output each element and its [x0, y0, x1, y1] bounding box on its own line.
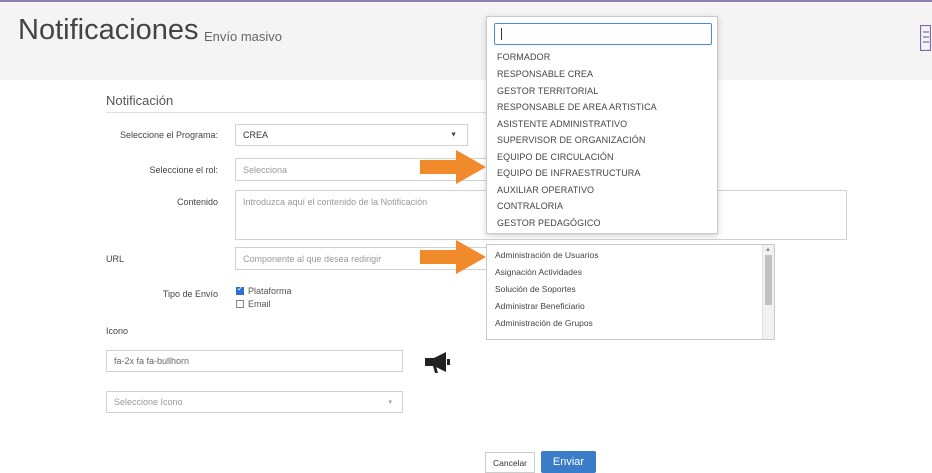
- icono-value: fa-2x fa fa-bullhorn: [114, 356, 190, 366]
- page-header: Notificaciones Envío masivo: [0, 0, 932, 80]
- url-option[interactable]: Solución de Soportes: [495, 284, 576, 294]
- page-title: Notificaciones: [18, 14, 199, 46]
- rol-option[interactable]: RESPONSABLE CREA: [497, 69, 593, 79]
- icono-input[interactable]: fa-2x fa fa-bullhorn: [106, 350, 403, 372]
- url-option[interactable]: Asignación Actividades: [495, 267, 582, 277]
- bullhorn-icon: [425, 352, 450, 373]
- rol-option[interactable]: CONTRALORIA: [497, 201, 563, 211]
- url-label: URL: [106, 254, 125, 264]
- section-title: Notificación: [106, 93, 174, 108]
- icono-select-placeholder: Seleccione Icono: [114, 397, 183, 407]
- programa-select[interactable]: CREA ▼: [235, 124, 468, 146]
- chevron-down-icon: ▼: [450, 131, 457, 139]
- cancel-button[interactable]: Cancelar: [485, 452, 535, 473]
- rol-option[interactable]: EQUIPO DE INFRAESTRUCTURA: [497, 168, 641, 178]
- rol-option[interactable]: AUXILIAR OPERATIVO: [497, 185, 594, 195]
- rol-dropdown-search-input[interactable]: [494, 23, 712, 45]
- rol-option[interactable]: ASISTENTE ADMINISTRATIVO: [497, 119, 627, 129]
- arrow-icon: [420, 150, 486, 184]
- plataforma-option[interactable]: Plataforma: [236, 284, 292, 296]
- rol-select-placeholder: Selecciona: [243, 164, 288, 175]
- rol-option[interactable]: FORMADOR: [497, 52, 550, 62]
- email-option[interactable]: Email: [236, 299, 271, 309]
- url-option[interactable]: Administración de Usuarios: [495, 250, 598, 260]
- arrow-icon: [420, 240, 486, 274]
- contenido-placeholder: Introduzca aquí el contenido de la Notif…: [243, 197, 428, 207]
- url-placeholder: Componente al que desea redirigir: [243, 253, 382, 264]
- url-options-list[interactable]: Administración de Usuarios Asignación Ac…: [486, 244, 775, 340]
- url-option[interactable]: Administrar Beneficiario: [495, 301, 585, 311]
- programa-label: Seleccione el Programa:: [119, 130, 218, 140]
- rol-label: Seleccione el rol:: [149, 165, 218, 175]
- email-checkbox[interactable]: [236, 300, 244, 308]
- icono-label: Icono: [106, 326, 129, 336]
- chevron-down-icon: ▾: [388, 399, 392, 406]
- scrollbar[interactable]: ▲: [762, 245, 774, 339]
- send-button[interactable]: Enviar: [541, 451, 596, 473]
- page-subtitle: Envío masivo: [204, 29, 283, 44]
- programa-select-value: CREA: [243, 130, 269, 140]
- rol-option[interactable]: GESTOR PEDAGÓGICO: [497, 218, 601, 228]
- rol-option[interactable]: GESTOR TERRITORIAL: [497, 86, 598, 96]
- url-option[interactable]: Administración de Grupos: [495, 318, 593, 328]
- rol-dropdown: FORMADOR RESPONSABLE CREA GESTOR TERRITO…: [486, 16, 718, 234]
- list-icon[interactable]: [920, 25, 931, 51]
- tipo-envio-label: Tipo de Envío: [162, 289, 218, 299]
- plataforma-label: Plataforma: [248, 286, 292, 296]
- rol-option[interactable]: SUPERVISOR DE ORGANIZACIÓN: [497, 135, 645, 145]
- plataforma-checkbox[interactable]: [236, 284, 244, 295]
- rol-option[interactable]: RESPONSABLE DE AREA ARTISTICA: [497, 102, 657, 112]
- email-label: Email: [248, 299, 271, 309]
- rol-option[interactable]: EQUIPO DE CIRCULACIÓN: [497, 152, 614, 162]
- contenido-label: Contenido: [176, 197, 218, 207]
- scrollbar-thumb[interactable]: [765, 255, 772, 305]
- section-divider: [106, 112, 486, 113]
- scroll-up-icon[interactable]: ▲: [765, 247, 771, 253]
- icono-select[interactable]: Seleccione Icono ▾: [106, 391, 403, 413]
